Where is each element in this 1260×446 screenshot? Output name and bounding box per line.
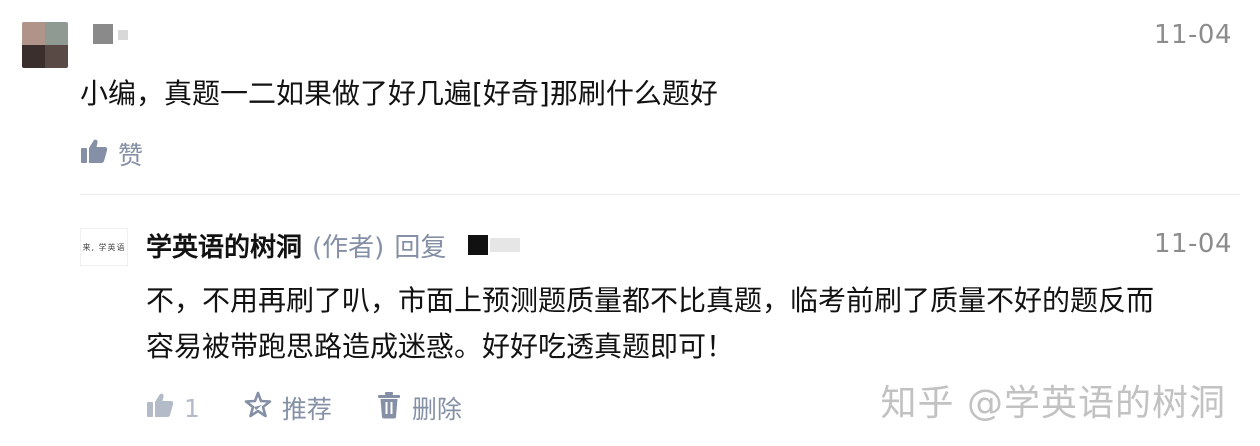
reply-target-redacted-blur xyxy=(490,238,521,252)
reply-actions: 1 推荐 删除 xyxy=(146,388,506,428)
reply-header: 学英语的树洞 (作者) 回复 xyxy=(146,222,521,268)
commenter-name-redacted-blur xyxy=(118,30,128,40)
reply-author-avatar[interactable]: 来, 学英语 xyxy=(80,228,128,266)
zhihu-watermark: 知乎 @学英语的树洞 xyxy=(880,383,1226,424)
reply-like-count: 1 xyxy=(184,393,200,423)
delete-label: 删除 xyxy=(411,395,462,424)
recommend-button[interactable]: 推荐 xyxy=(244,390,332,426)
comment-text: 小编，真题一二如果做了好几遍[好奇]那刷什么题好 xyxy=(80,77,718,110)
commenter-avatar[interactable] xyxy=(22,22,68,68)
commenter-name-redacted[interactable] xyxy=(93,24,113,44)
reply-target-redacted[interactable] xyxy=(468,235,489,255)
reply-like-button[interactable]: 1 xyxy=(146,392,200,424)
delete-button[interactable]: 删除 xyxy=(376,390,462,426)
comment-like-button[interactable]: 赞 xyxy=(80,134,143,174)
reply-date: 11-04 xyxy=(1153,229,1232,259)
reply-text-line2: 容易被带跑思路造成迷惑。好好吃透真题即可！ xyxy=(146,330,735,363)
reply-text-line1: 不，不用再刷了叭，市面上预测题质量都不比真题，临考前刷了质量不好的题反而 xyxy=(146,284,1155,317)
reply-author-name[interactable]: 学英语的树洞 xyxy=(146,227,302,264)
avatar-text: 来, 学英语 xyxy=(82,242,126,252)
reply-word: 回复 xyxy=(394,232,447,263)
author-tag: (作者) xyxy=(312,232,385,263)
recommend-label: 推荐 xyxy=(281,395,332,424)
comment-like-label: 赞 xyxy=(118,141,144,170)
thumbs-up-icon xyxy=(146,392,174,424)
thumbs-up-icon xyxy=(80,138,108,170)
reply-text: 不，不用再刷了叭，市面上预测题质量都不比真题，临考前刷了质量不好的题反而 容易被… xyxy=(146,278,1236,370)
comment-divider xyxy=(80,194,1240,195)
recommend-star-icon xyxy=(244,391,272,425)
comment-date: 11-04 xyxy=(1153,20,1232,50)
trash-icon xyxy=(376,391,402,425)
